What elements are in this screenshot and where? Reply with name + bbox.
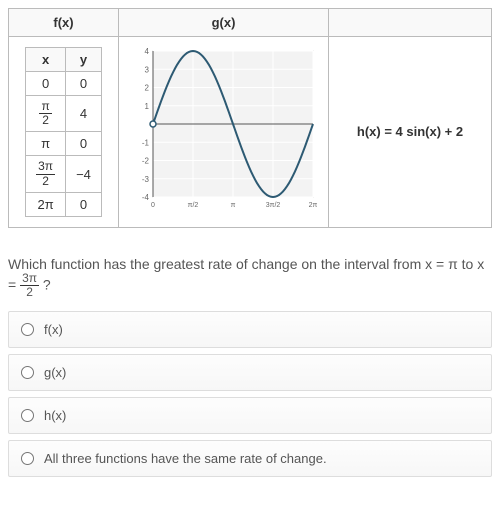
question-text: Which function has the greatest rate of … [8, 256, 492, 299]
svg-text:-4: -4 [141, 193, 149, 202]
gx-graph: -4 -3 -2 -1 1 2 3 4 0 π/2 π 3π/2 2π [129, 45, 319, 215]
svg-text:1: 1 [144, 102, 149, 111]
radio-fx[interactable] [21, 323, 34, 336]
fx-xy-table: x y 0 0 π2 4 π 0 [25, 47, 102, 217]
svg-text:4: 4 [144, 47, 149, 56]
svg-text:2: 2 [144, 84, 149, 93]
svg-text:2π: 2π [308, 202, 317, 209]
table-row: 0 0 [26, 72, 102, 96]
table-row: π 0 [26, 132, 102, 156]
svg-text:3: 3 [144, 65, 149, 74]
svg-text:-3: -3 [141, 175, 149, 184]
svg-text:-2: -2 [141, 157, 149, 166]
table-row: π2 4 [26, 96, 102, 132]
table-row: 3π2 −4 [26, 156, 102, 192]
option-gx[interactable]: g(x) [8, 354, 492, 391]
option-hx[interactable]: h(x) [8, 397, 492, 434]
radio-same[interactable] [21, 452, 34, 465]
svg-text:π: π [230, 202, 235, 209]
header-hx [329, 9, 492, 37]
functions-table: f(x) g(x) x y 0 0 π2 4 [8, 8, 492, 228]
option-fx[interactable]: f(x) [8, 311, 492, 348]
hx-formula: h(x) = 4 sin(x) + 2 [357, 124, 463, 139]
svg-text:π/2: π/2 [187, 202, 198, 209]
fx-col-x: x [26, 48, 66, 72]
table-row: 2π 0 [26, 192, 102, 216]
header-gx: g(x) [119, 9, 329, 37]
svg-text:3π/2: 3π/2 [265, 202, 280, 209]
header-fx: f(x) [9, 9, 119, 37]
radio-gx[interactable] [21, 366, 34, 379]
radio-hx[interactable] [21, 409, 34, 422]
svg-text:0: 0 [151, 202, 155, 209]
option-same[interactable]: All three functions have the same rate o… [8, 440, 492, 477]
fx-col-y: y [66, 48, 102, 72]
svg-text:-1: -1 [141, 138, 149, 147]
